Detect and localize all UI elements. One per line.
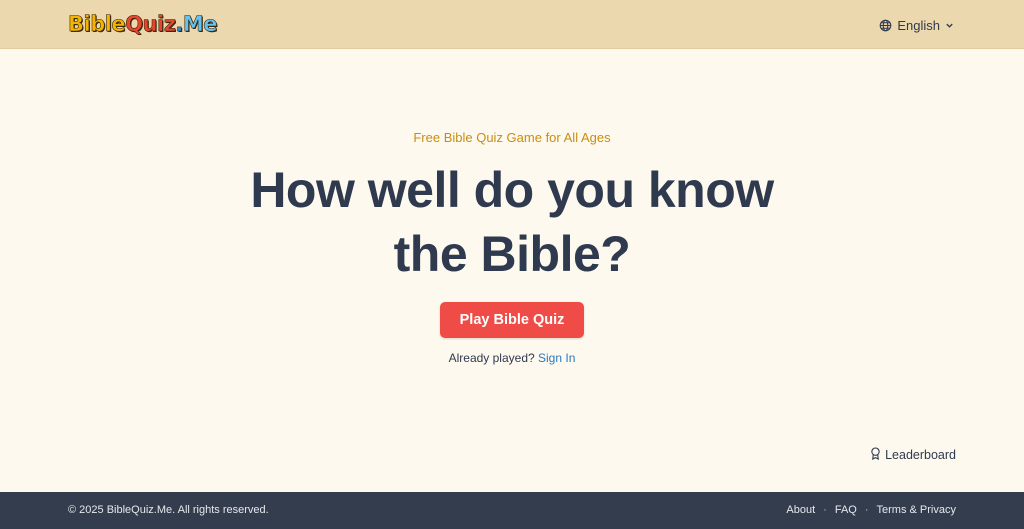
sign-in-prompt: Already played? Sign In <box>0 351 1024 365</box>
logo-part-dot: . <box>175 12 184 37</box>
footer-link-terms[interactable]: Terms & Privacy <box>877 504 956 516</box>
headline-line-2: the Bible? <box>393 226 631 282</box>
site-header: Bible Quiz. Me English <box>0 0 1024 49</box>
footer-link-about[interactable]: About <box>786 504 815 516</box>
leaderboard-link[interactable]: Leaderboard <box>870 447 956 463</box>
hero-headline: How well do you know the Bible? <box>212 158 812 286</box>
hero-eyebrow: Free Bible Quiz Game for All Ages <box>413 130 611 145</box>
footer-link-faq[interactable]: FAQ <box>835 504 857 516</box>
language-selector[interactable]: English <box>879 15 954 35</box>
chevron-down-icon <box>945 21 954 30</box>
globe-icon <box>879 19 892 32</box>
logo-part-bible: Bible <box>68 12 126 37</box>
logo-part-me: Me <box>182 12 218 37</box>
already-played-text: Already played? <box>448 351 535 365</box>
footer-nav: About · FAQ · Terms & Privacy <box>786 504 956 516</box>
leaderboard-label: Leaderboard <box>885 448 956 462</box>
sign-in-link[interactable]: Sign In <box>538 351 575 365</box>
copyright-text: © 2025 BibleQuiz.Me. All rights reserved… <box>68 504 269 516</box>
award-icon <box>870 447 881 463</box>
language-label: English <box>897 17 940 33</box>
site-footer: © 2025 BibleQuiz.Me. All rights reserved… <box>0 492 1024 529</box>
logo-part-quiz: Quiz <box>125 12 176 37</box>
site-logo[interactable]: Bible Quiz. Me <box>68 10 218 38</box>
footer-separator: · <box>864 504 869 516</box>
footer-separator: · <box>823 504 827 516</box>
play-quiz-button[interactable]: Play Bible Quiz <box>440 302 584 338</box>
headline-line-1: How well do you know <box>250 162 774 218</box>
